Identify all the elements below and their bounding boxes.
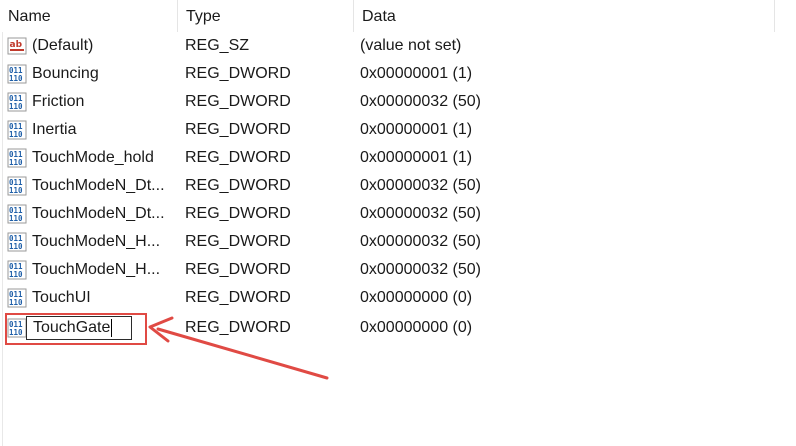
red-arrow-annotation [148, 316, 329, 380]
